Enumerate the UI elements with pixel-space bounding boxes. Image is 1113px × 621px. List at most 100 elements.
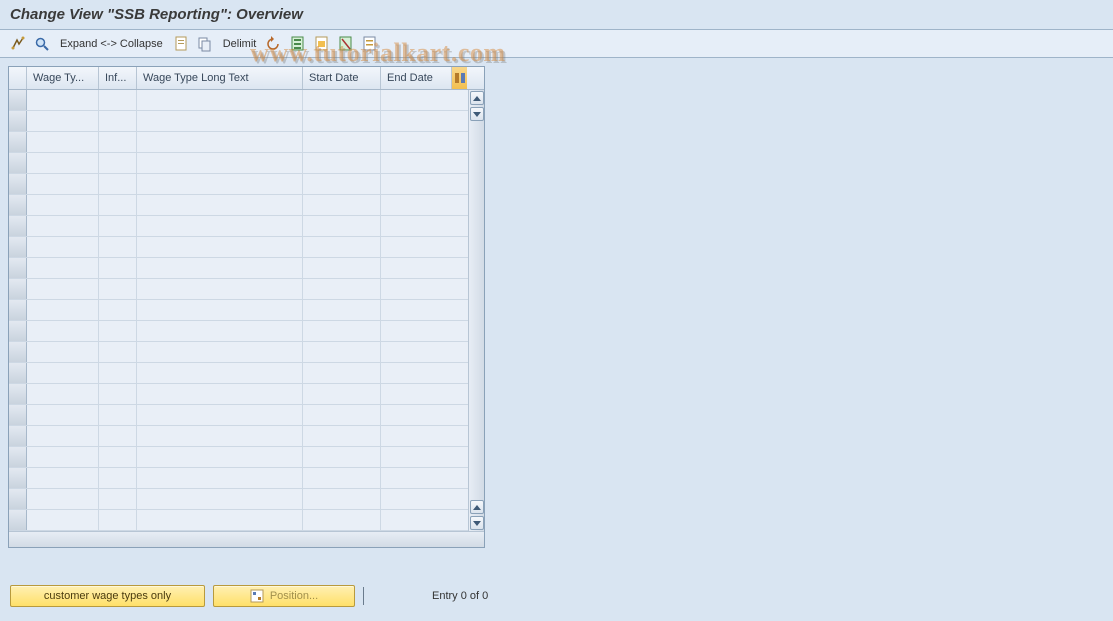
col-wage-type[interactable]: Wage Ty... bbox=[27, 67, 99, 89]
table-cell[interactable] bbox=[381, 342, 451, 362]
table-cell[interactable] bbox=[303, 426, 381, 446]
table-cell[interactable] bbox=[137, 279, 303, 299]
table-cell[interactable] bbox=[137, 195, 303, 215]
table-cell[interactable] bbox=[381, 258, 451, 278]
row-selector-header[interactable] bbox=[9, 67, 27, 89]
table-cell[interactable] bbox=[303, 468, 381, 488]
table-cell[interactable] bbox=[27, 405, 99, 425]
table-config-icon[interactable] bbox=[451, 67, 467, 89]
row-selector[interactable] bbox=[9, 132, 27, 152]
col-start-date[interactable]: Start Date bbox=[303, 67, 381, 89]
table-cell[interactable] bbox=[99, 195, 137, 215]
table-cell[interactable] bbox=[99, 468, 137, 488]
col-end-date[interactable]: End Date bbox=[381, 67, 451, 89]
table-cell[interactable] bbox=[381, 153, 451, 173]
row-selector[interactable] bbox=[9, 195, 27, 215]
table-cell[interactable] bbox=[99, 174, 137, 194]
table-cell[interactable] bbox=[303, 279, 381, 299]
table-cell[interactable] bbox=[303, 363, 381, 383]
table-cell[interactable] bbox=[99, 363, 137, 383]
table-cell[interactable] bbox=[137, 489, 303, 509]
table-cell[interactable] bbox=[137, 342, 303, 362]
table-row[interactable] bbox=[9, 258, 468, 279]
table-cell[interactable] bbox=[381, 447, 451, 467]
table-cell[interactable] bbox=[137, 90, 303, 110]
table-cell[interactable] bbox=[27, 279, 99, 299]
table-cell[interactable] bbox=[99, 90, 137, 110]
table-cell[interactable] bbox=[303, 447, 381, 467]
table-cell[interactable] bbox=[137, 426, 303, 446]
scroll-up-icon[interactable] bbox=[470, 91, 484, 105]
vertical-scrollbar[interactable] bbox=[468, 90, 484, 531]
table-cell[interactable] bbox=[303, 321, 381, 341]
table-row[interactable] bbox=[9, 426, 468, 447]
table-row[interactable] bbox=[9, 363, 468, 384]
table-cell[interactable] bbox=[381, 321, 451, 341]
table-cell[interactable] bbox=[303, 153, 381, 173]
table-row[interactable] bbox=[9, 111, 468, 132]
row-selector[interactable] bbox=[9, 258, 27, 278]
table-cell[interactable] bbox=[99, 426, 137, 446]
horizontal-scrollbar[interactable] bbox=[9, 531, 484, 547]
table-row[interactable] bbox=[9, 510, 468, 531]
table-row[interactable] bbox=[9, 489, 468, 510]
table-cell[interactable] bbox=[27, 447, 99, 467]
position-button[interactable]: Position... bbox=[213, 585, 355, 607]
table-cell[interactable] bbox=[99, 300, 137, 320]
table-cell[interactable] bbox=[27, 237, 99, 257]
row-selector[interactable] bbox=[9, 153, 27, 173]
table-cell[interactable] bbox=[27, 426, 99, 446]
table-cell[interactable] bbox=[381, 195, 451, 215]
new-entries-icon[interactable] bbox=[171, 34, 191, 54]
scroll-down2-icon[interactable] bbox=[470, 516, 484, 530]
table-cell[interactable] bbox=[27, 195, 99, 215]
table-cell[interactable] bbox=[381, 405, 451, 425]
table-cell[interactable] bbox=[303, 237, 381, 257]
table-row[interactable] bbox=[9, 216, 468, 237]
table-cell[interactable] bbox=[27, 321, 99, 341]
table-cell[interactable] bbox=[99, 279, 137, 299]
table-cell[interactable] bbox=[303, 174, 381, 194]
table-cell[interactable] bbox=[27, 111, 99, 131]
row-selector[interactable] bbox=[9, 384, 27, 404]
row-selector[interactable] bbox=[9, 321, 27, 341]
row-selector[interactable] bbox=[9, 447, 27, 467]
table-cell[interactable] bbox=[137, 111, 303, 131]
table-cell[interactable] bbox=[137, 468, 303, 488]
row-selector[interactable] bbox=[9, 510, 27, 530]
table-cell[interactable] bbox=[27, 300, 99, 320]
table-row[interactable] bbox=[9, 279, 468, 300]
table-cell[interactable] bbox=[27, 384, 99, 404]
find-icon[interactable] bbox=[32, 34, 52, 54]
table-cell[interactable] bbox=[303, 405, 381, 425]
table-cell[interactable] bbox=[303, 111, 381, 131]
table-cell[interactable] bbox=[137, 258, 303, 278]
table-cell[interactable] bbox=[99, 384, 137, 404]
table-cell[interactable] bbox=[137, 447, 303, 467]
table-cell[interactable] bbox=[27, 216, 99, 236]
table-row[interactable] bbox=[9, 237, 468, 258]
row-selector[interactable] bbox=[9, 216, 27, 236]
table-row[interactable] bbox=[9, 447, 468, 468]
table-cell[interactable] bbox=[137, 216, 303, 236]
deselect-all-icon[interactable] bbox=[336, 34, 356, 54]
row-selector[interactable] bbox=[9, 405, 27, 425]
scroll-track[interactable] bbox=[469, 122, 484, 499]
table-cell[interactable] bbox=[381, 384, 451, 404]
table-row[interactable] bbox=[9, 300, 468, 321]
row-selector[interactable] bbox=[9, 174, 27, 194]
table-row[interactable] bbox=[9, 342, 468, 363]
col-inf[interactable]: Inf... bbox=[99, 67, 137, 89]
scroll-down-icon[interactable] bbox=[470, 107, 484, 121]
table-cell[interactable] bbox=[99, 153, 137, 173]
expand-collapse-button[interactable]: Expand <-> Collapse bbox=[56, 38, 167, 50]
table-cell[interactable] bbox=[381, 300, 451, 320]
row-selector[interactable] bbox=[9, 489, 27, 509]
select-all-icon[interactable] bbox=[288, 34, 308, 54]
table-cell[interactable] bbox=[27, 153, 99, 173]
table-row[interactable] bbox=[9, 174, 468, 195]
table-cell[interactable] bbox=[27, 132, 99, 152]
table-cell[interactable] bbox=[137, 405, 303, 425]
table-cell[interactable] bbox=[303, 216, 381, 236]
table-cell[interactable] bbox=[381, 468, 451, 488]
